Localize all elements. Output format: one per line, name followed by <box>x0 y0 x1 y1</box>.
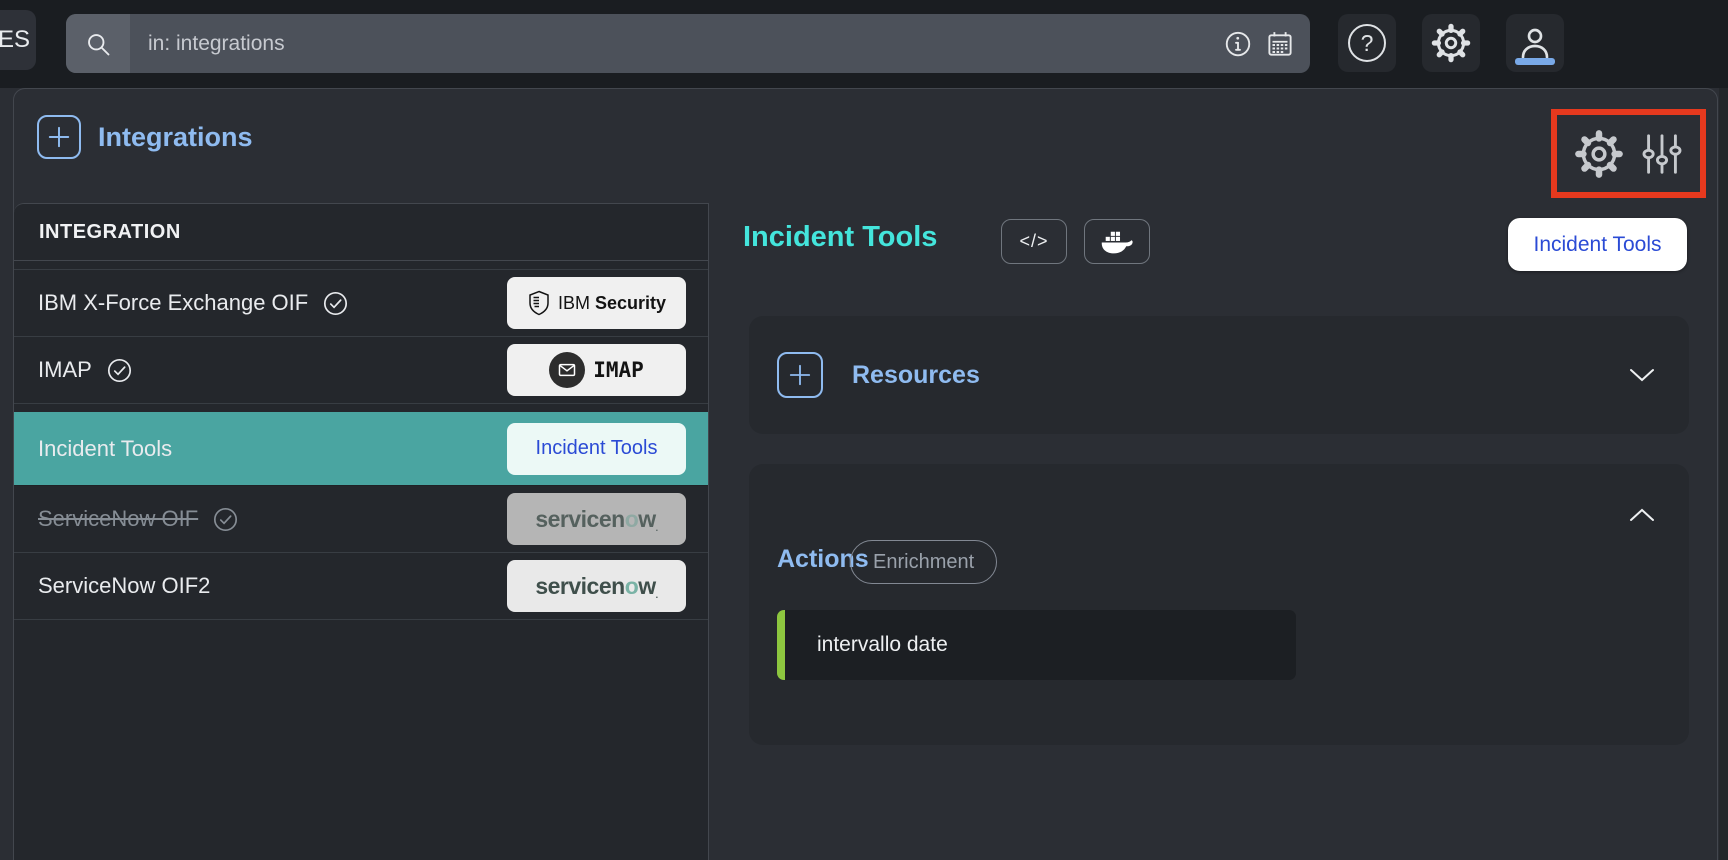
gear-icon <box>1430 22 1472 64</box>
column-header-integration: INTEGRATION <box>14 204 708 261</box>
enrichment-tag-label: Enrichment <box>873 551 974 574</box>
enrichment-tag: Enrichment <box>850 540 997 584</box>
help-icon: ? <box>1348 24 1386 62</box>
add-resource-button[interactable] <box>777 352 823 398</box>
view-code-button[interactable]: </> <box>1001 219 1067 264</box>
user-account-button[interactable] <box>1506 14 1564 72</box>
integrations-page: Integrations <box>13 88 1718 860</box>
table-row-ibm-xforce[interactable]: IBM X-Force Exchange OIF IBM Securi <box>14 270 708 337</box>
action-item-label: intervallo date <box>817 633 948 657</box>
plus-icon <box>787 362 813 388</box>
global-search-bar <box>66 14 1310 73</box>
incident-tools-button[interactable]: Incident Tools <box>1508 218 1687 271</box>
info-icon[interactable] <box>1222 28 1254 60</box>
search-icon-section[interactable] <box>66 14 130 73</box>
imap-logo-text: IMAP <box>593 358 644 382</box>
integration-name: Incident Tools <box>38 436 172 462</box>
check-circle-icon <box>322 290 349 317</box>
table-spacer <box>14 261 708 270</box>
action-item-intervallo-date[interactable]: intervallo date <box>777 610 1296 680</box>
table-row-servicenow-oif[interactable]: ServiceNow OIF servicenow. <box>14 486 708 553</box>
top-bar: ES <box>0 0 1728 88</box>
servicenow-logo-badge: servicenow. <box>507 560 686 612</box>
add-integration-button[interactable] <box>37 115 81 159</box>
active-user-indicator <box>1515 58 1555 65</box>
chevron-down-icon[interactable] <box>1628 367 1656 383</box>
page-title: Integrations <box>98 122 253 153</box>
table-row-servicenow-oif2[interactable]: ServiceNow OIF2 servicenow. <box>14 553 708 620</box>
code-icon: </> <box>1019 231 1048 252</box>
search-input[interactable] <box>130 14 1310 73</box>
right-edge-strip <box>1719 88 1728 860</box>
imap-logo-badge: IMAP <box>507 344 686 396</box>
integration-name: IMAP <box>38 357 92 383</box>
resources-section: Resources <box>749 316 1689 434</box>
check-circle-icon <box>212 506 239 533</box>
servicenow-logo-badge: servicenow. <box>507 493 686 545</box>
incident-tools-badge-text: Incident Tools <box>536 437 658 460</box>
search-icon <box>84 30 112 58</box>
help-button[interactable]: ? <box>1338 14 1396 72</box>
detail-panel-title: Incident Tools <box>743 221 937 254</box>
help-glyph: ? <box>1361 30 1374 57</box>
actions-section: Actions Enrichment intervallo date <box>749 464 1689 745</box>
incident-tools-button-label: Incident Tools <box>1533 233 1661 257</box>
user-icon <box>1515 23 1555 63</box>
calendar-icon[interactable] <box>1264 28 1296 60</box>
integration-name: ServiceNow OIF <box>38 506 198 532</box>
filter-sliders-icon[interactable] <box>1639 129 1685 179</box>
resources-section-title: Resources <box>852 361 980 390</box>
incident-tools-badge: Incident Tools <box>507 423 686 475</box>
app-screen: ES <box>0 0 1728 860</box>
sidebar-partial-button[interactable]: ES <box>0 10 36 70</box>
ibm-shield-icon <box>527 290 551 316</box>
check-circle-icon <box>106 357 133 384</box>
settings-button[interactable] <box>1422 14 1480 72</box>
page-gear-icon[interactable] <box>1573 128 1625 180</box>
annotation-highlight-box <box>1551 109 1706 198</box>
table-row-imap[interactable]: IMAP IMAP <box>14 337 708 404</box>
integration-name: ServiceNow OIF2 <box>38 573 210 599</box>
ibm-security-logo-badge: IBM Security <box>507 277 686 329</box>
integration-name: IBM X-Force Exchange OIF <box>38 290 308 316</box>
chevron-up-icon[interactable] <box>1628 507 1656 523</box>
docker-whale-icon <box>1101 229 1133 255</box>
docker-button[interactable] <box>1084 219 1150 264</box>
integration-table: INTEGRATION IBM X-Force Exchange OIF <box>14 203 709 860</box>
envelope-icon <box>549 352 585 388</box>
plus-icon <box>46 124 72 150</box>
table-row-incident-tools[interactable]: Incident Tools Incident Tools <box>14 412 708 486</box>
sidebar-partial-label: ES <box>0 26 30 54</box>
ibm-logo-text: IBM Security <box>558 293 666 314</box>
